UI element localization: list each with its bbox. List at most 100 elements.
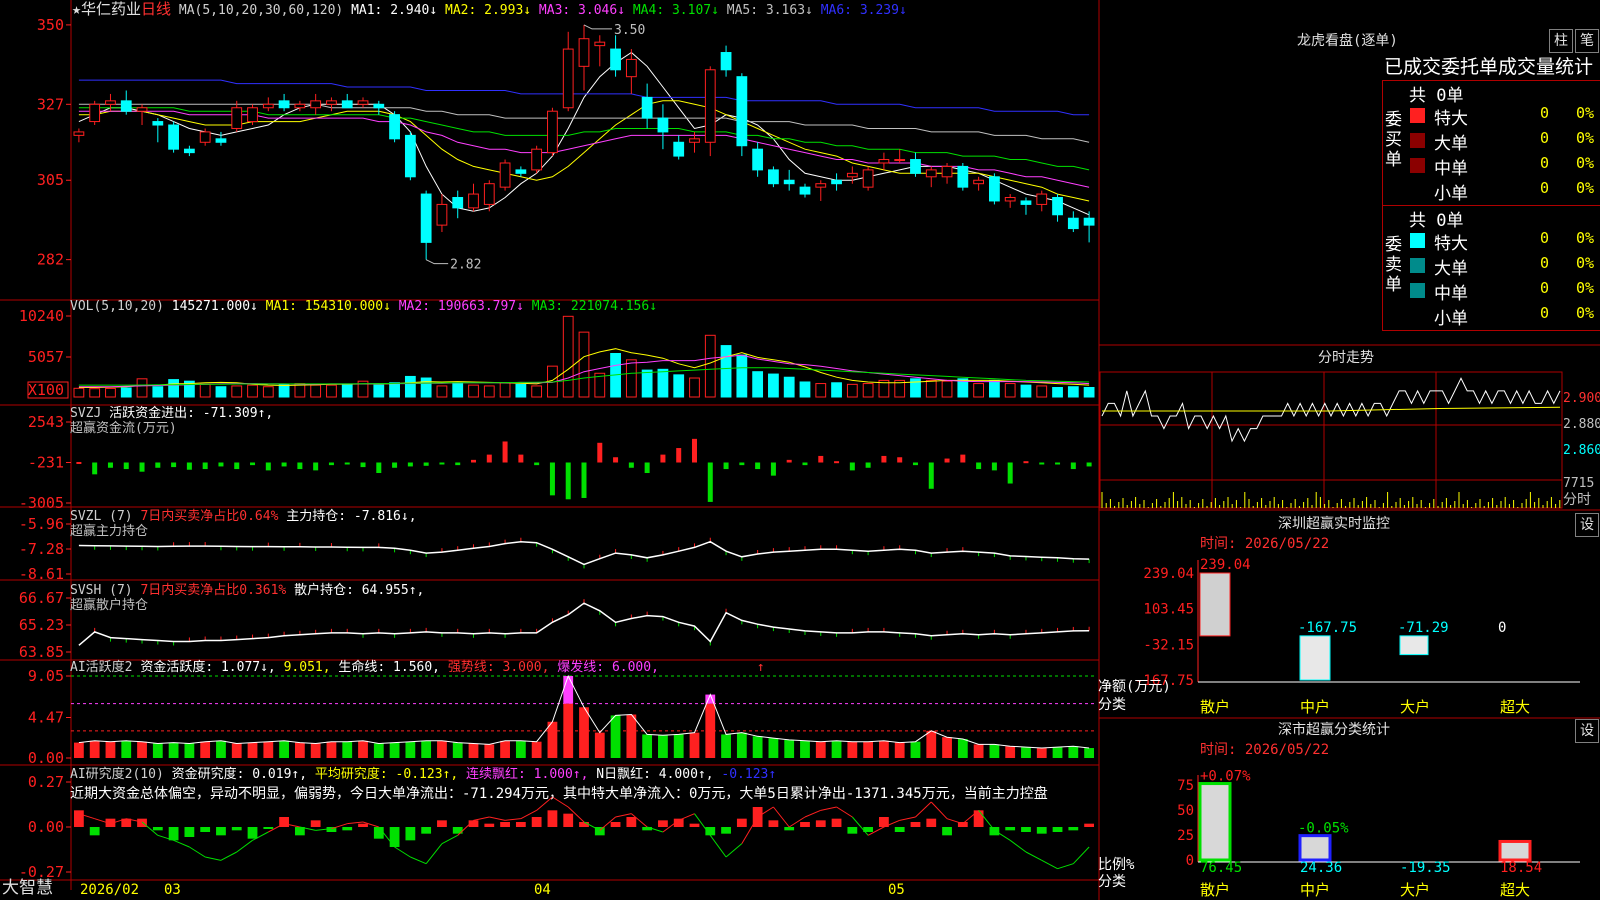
order-row-value: 0 (1540, 179, 1550, 197)
cls-tick-1: 50 (1177, 803, 1194, 819)
svzj-bar (944, 458, 950, 463)
svzl-text: 7日内买卖净占比0.64% (140, 509, 279, 524)
svzj-bar (376, 462, 382, 474)
svzj-bar (565, 462, 571, 500)
svzj-bar (644, 462, 650, 474)
volume-bar (89, 388, 101, 398)
svzj-bar (407, 462, 413, 467)
ai1-t2: 9.051, (283, 660, 331, 675)
ai2-bar (579, 822, 589, 827)
stroke-mode-button[interactable]: 笔 (1575, 29, 1599, 53)
ai1-bar (105, 741, 116, 758)
volume-bar (262, 386, 274, 398)
ai1-bar (247, 742, 258, 758)
order-row-label: 大单 (1434, 134, 1468, 154)
ai2-bar (500, 822, 510, 827)
intraday-avg-line (1102, 406, 1561, 412)
volume-bar (625, 359, 637, 398)
volume-bar (846, 383, 858, 398)
svzj-bar (928, 462, 934, 489)
svzj-bar (723, 462, 729, 470)
ai2-bar (926, 818, 937, 827)
ai2-t4: N日飘红: 4.000↑, (596, 767, 714, 782)
candle-body (752, 148, 764, 171)
ai1-bar (626, 714, 637, 758)
ai2-bar (421, 827, 432, 834)
sz-tick-0: 239.04 (1143, 566, 1194, 582)
ai1-bar (894, 742, 905, 758)
volume-bar (136, 378, 148, 398)
stock-name[interactable]: ★华仁药业 (72, 0, 141, 18)
svzj-bar (739, 462, 745, 466)
chart-canvas: 350 327 305 282 3.50 2.82 10240 5057 X100 2543 -… (0, 0, 1600, 900)
ai2-bar (168, 827, 179, 841)
svzj-bar (1086, 462, 1092, 467)
ai1-bar (579, 707, 589, 758)
ai2-bar (231, 827, 242, 831)
ai1-bar (910, 741, 921, 758)
svzj-bar (770, 462, 776, 476)
svzj-bar (344, 462, 350, 465)
period-label[interactable]: 日线 (141, 0, 171, 18)
candle-body (278, 100, 290, 109)
ai1-bar (1036, 748, 1047, 758)
candle-body (689, 138, 700, 143)
volume-bar (641, 369, 653, 398)
volume-bar (704, 334, 716, 398)
svzj-bar (202, 462, 208, 470)
candle-body (389, 114, 400, 140)
candle-body (73, 131, 85, 136)
order-row-value: 0 (1540, 254, 1550, 272)
ai2-bar (137, 818, 147, 827)
ai1-bar (705, 703, 716, 758)
ai1-tick-1: 4.47 (28, 708, 64, 726)
candle-body (657, 117, 669, 133)
bar-mode-button[interactable]: 柱 (1549, 29, 1573, 53)
candle-body (89, 103, 101, 123)
candle-body (720, 52, 732, 71)
svzj-bar (297, 462, 303, 470)
sz-xlabel: 分类 (1098, 697, 1126, 713)
sz-tick-2: -32.15 (1143, 637, 1194, 653)
svzj-bar (707, 462, 713, 502)
order-row-label: 小单 (1434, 184, 1468, 204)
date-label-3: 05 (888, 882, 905, 898)
svzj-bar (265, 462, 271, 471)
ai2-bar (910, 822, 921, 827)
ai2-bar (515, 822, 526, 827)
svzj-bar (818, 455, 824, 463)
ai1-tick-2: 0.00 (28, 749, 64, 767)
candle-body (673, 141, 685, 157)
ai2-line-seg (205, 856, 222, 861)
vol-value: 145271.000↓ (171, 299, 258, 314)
ai2-header: AI研究度2(10) 资金研究度: 0.019↑, 平均研究度: -0.123↑… (70, 767, 776, 783)
svzj-bar (1039, 462, 1045, 465)
sz-settings-button[interactable]: 设 (1575, 513, 1599, 537)
svzj-bar (549, 462, 555, 496)
price-header: ★华仁药业日线 MA(5,10,20,30,60,120) MA1: 2.940… (72, 1, 907, 19)
ai2-bar (736, 818, 747, 827)
order-color-swatch (1410, 283, 1425, 298)
ai2-line-seg (820, 806, 837, 811)
ai2-line-seg (615, 813, 632, 818)
ai2-bar (484, 823, 495, 827)
ai1-bar (294, 742, 305, 758)
candle-body (247, 107, 258, 123)
ai1-t1: 资金活跃度: 1.077↓, (140, 660, 276, 675)
svzj-bar (155, 462, 161, 468)
svzj-bar (581, 462, 587, 498)
cls-settings-button[interactable]: 设 (1575, 719, 1599, 743)
dragon-tabs[interactable]: 已成交委托单成交量统计 (1384, 56, 1593, 78)
ai1-bar (342, 741, 353, 758)
ai2-line-seg (505, 818, 521, 821)
sz-category-0: 散户 (1200, 698, 1230, 716)
ai1-bar (563, 703, 574, 758)
svzj-bar (912, 462, 918, 466)
order-row-value: 0 (1540, 304, 1550, 322)
ai2-line-seg (899, 816, 916, 821)
volume-bar (1067, 386, 1079, 398)
ai1-bar (216, 740, 226, 758)
ma2-value: MA2: 2.993↓ (445, 3, 532, 18)
svzj-text: 活跃资金进出: -71.309↑, (109, 406, 274, 421)
ai1-bar (784, 739, 795, 758)
